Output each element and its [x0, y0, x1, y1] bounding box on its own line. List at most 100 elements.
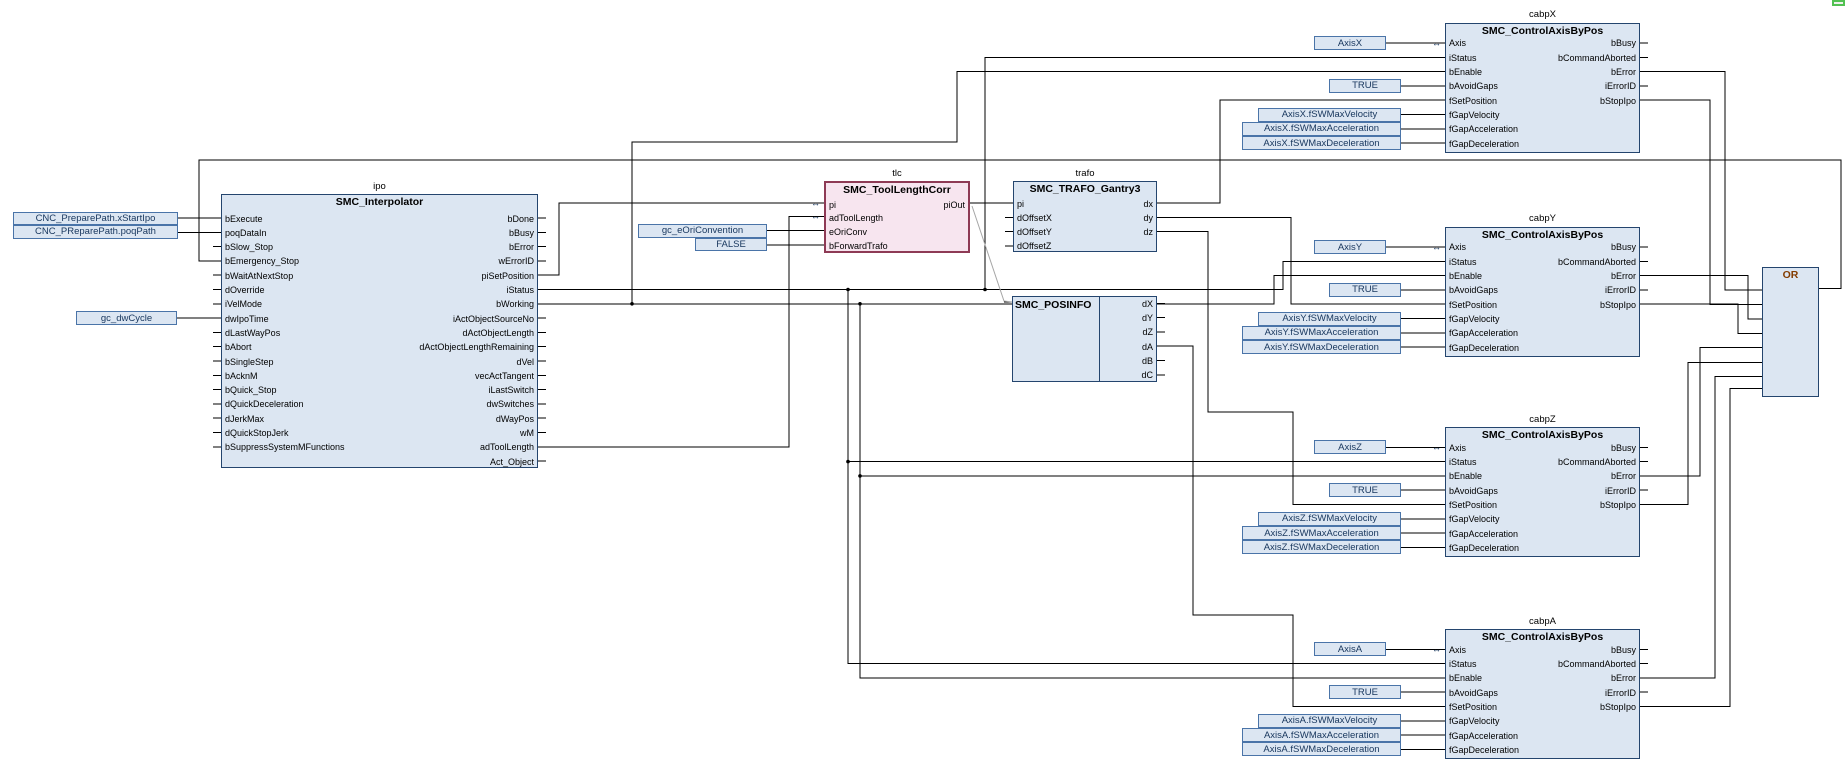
- pin-cabpz-benable[interactable]: bEnable: [1449, 471, 1482, 482]
- pin-cabpa-fgapvelocity[interactable]: fGapVelocity: [1449, 716, 1500, 727]
- pin-cabpz-istatus[interactable]: iStatus: [1449, 457, 1477, 468]
- pin-cabpy-bcommandaborted[interactable]: bCommandAborted: [1558, 257, 1636, 268]
- pin-ipo-backnm[interactable]: bAcknM: [225, 371, 258, 382]
- pin-ipo-dlastwaypos[interactable]: dLastWayPos: [225, 328, 280, 339]
- pin-ipo-bsuppresssystemmfunctions[interactable]: bSuppressSystemMFunctions: [225, 442, 345, 453]
- pin-ipo-bslow-stop[interactable]: bSlow_Stop: [225, 242, 273, 253]
- literal-true-11[interactable]: TRUE: [1329, 283, 1401, 297]
- pin-cabpy-fsetposition[interactable]: fSetPosition: [1449, 300, 1497, 311]
- pin-cabpa-bbusy[interactable]: bBusy: [1611, 645, 1636, 656]
- pin-cabpa-fgapacceleration[interactable]: fGapAcceleration: [1449, 731, 1518, 742]
- fb-tlc-instance-name[interactable]: tlc: [824, 168, 970, 179]
- pin-ipo-bexecute[interactable]: bExecute: [225, 214, 263, 225]
- pin-trafo-doffsetx[interactable]: dOffsetX: [1017, 213, 1052, 224]
- pin-cabpz-berror[interactable]: bError: [1611, 471, 1636, 482]
- pin-ipo-bdone[interactable]: bDone: [507, 214, 534, 225]
- pin-ipo-dactobjectlengthremaining[interactable]: dActObjectLengthRemaining: [419, 342, 534, 353]
- pin-cabpx-axis[interactable]: Axis: [1449, 38, 1466, 49]
- pin-cabpz-fsetposition[interactable]: fSetPosition: [1449, 500, 1497, 511]
- pin-ipo-bbusy[interactable]: bBusy: [509, 228, 534, 239]
- pin-tlc-adtoollength[interactable]: adToolLength: [829, 213, 883, 224]
- pin-posinfo-da[interactable]: dA: [1142, 342, 1153, 353]
- fb-cabpa[interactable]: SMC_ControlAxisByPosAxisiStatusbEnablebA…: [1445, 629, 1640, 759]
- pin-cabpx-ierrorid[interactable]: iErrorID: [1605, 81, 1636, 92]
- pin-posinfo-dz[interactable]: dZ: [1142, 327, 1153, 338]
- literal-axisy-fswmaxdeceleration-14[interactable]: AxisY.fSWMaxDeceleration: [1242, 340, 1401, 354]
- fb-ipo[interactable]: SMC_InterpolatorbExecutepoqDataInbSlow_S…: [221, 194, 538, 468]
- pin-tlc-pi[interactable]: pi: [829, 200, 836, 211]
- pin-ipo-vecacttangent[interactable]: vecActTangent: [475, 371, 534, 382]
- literal-axisz-15[interactable]: AxisZ: [1314, 440, 1386, 454]
- fb-trafo-instance-name[interactable]: trafo: [1013, 168, 1157, 179]
- literal-axisx-5[interactable]: AxisX: [1314, 36, 1386, 50]
- pin-cabpz-bstopipo[interactable]: bStopIpo: [1600, 500, 1636, 511]
- pin-cabpx-berror[interactable]: bError: [1611, 67, 1636, 78]
- pin-cabpa-fgapdeceleration[interactable]: fGapDeceleration: [1449, 745, 1519, 756]
- pin-cabpy-bavoidgaps[interactable]: bAvoidGaps: [1449, 285, 1498, 296]
- pin-cabpz-fgapdeceleration[interactable]: fGapDeceleration: [1449, 543, 1519, 554]
- pin-ipo-bworking[interactable]: bWorking: [496, 299, 534, 310]
- pin-cabpx-bcommandaborted[interactable]: bCommandAborted: [1558, 53, 1636, 64]
- literal-axisa-fswmaxdeceleration-24[interactable]: AxisA.fSWMaxDeceleration: [1242, 742, 1401, 756]
- pin-cabpa-bcommandaborted[interactable]: bCommandAborted: [1558, 659, 1636, 670]
- pin-cabpy-istatus[interactable]: iStatus: [1449, 257, 1477, 268]
- pin-cabpy-fgapacceleration[interactable]: fGapAcceleration: [1449, 328, 1518, 339]
- pin-cabpa-bstopipo[interactable]: bStopIpo: [1600, 702, 1636, 713]
- pin-cabpx-fgapacceleration[interactable]: fGapAcceleration: [1449, 124, 1518, 135]
- fb-or[interactable]: OR: [1762, 267, 1819, 397]
- fb-cabpy[interactable]: SMC_ControlAxisByPosAxisiStatusbEnablebA…: [1445, 227, 1640, 357]
- literal-axisy-fswmaxvelocity-12[interactable]: AxisY.fSWMaxVelocity: [1258, 312, 1401, 326]
- fb-cabpz-instance-name[interactable]: cabpZ: [1445, 414, 1640, 425]
- pin-ipo-bwaitatnextstop[interactable]: bWaitAtNextStop: [225, 271, 293, 282]
- pin-ipo-ilastswitch[interactable]: iLastSwitch: [488, 385, 534, 396]
- pin-posinfo-dy[interactable]: dY: [1142, 313, 1153, 324]
- pin-cabpy-benable[interactable]: bEnable: [1449, 271, 1482, 282]
- pin-cabpy-bbusy[interactable]: bBusy: [1611, 242, 1636, 253]
- pin-trafo-doffsetz[interactable]: dOffsetZ: [1017, 241, 1051, 252]
- fb-ipo-instance-name[interactable]: ipo: [221, 181, 538, 192]
- pin-cabpy-bstopipo[interactable]: bStopIpo: [1600, 300, 1636, 311]
- pin-tlc-eoriconv[interactable]: eOriConv: [829, 227, 867, 238]
- pin-ipo-djerkmax[interactable]: dJerkMax: [225, 414, 264, 425]
- literal-axisy-fswmaxacceleration-13[interactable]: AxisY.fSWMaxAcceleration: [1242, 326, 1401, 340]
- pin-ipo-pisetposition[interactable]: piSetPosition: [481, 271, 534, 282]
- pin-trafo-dz[interactable]: dz: [1143, 227, 1153, 238]
- pin-ipo-iactobjectsourceno[interactable]: iActObjectSourceNo: [453, 314, 534, 325]
- fb-cabpa-instance-name[interactable]: cabpA: [1445, 616, 1640, 627]
- pin-trafo-dx[interactable]: dx: [1143, 199, 1153, 210]
- literal-true-16[interactable]: TRUE: [1329, 483, 1401, 497]
- pin-cabpz-ierrorid[interactable]: iErrorID: [1605, 486, 1636, 497]
- fb-cabpx-instance-name[interactable]: cabpX: [1445, 9, 1640, 20]
- pin-cabpz-axis[interactable]: Axis: [1449, 443, 1466, 454]
- fb-cabpy-instance-name[interactable]: cabpY: [1445, 213, 1640, 224]
- pin-cabpz-bavoidgaps[interactable]: bAvoidGaps: [1449, 486, 1498, 497]
- literal-axisa-fswmaxacceleration-23[interactable]: AxisA.fSWMaxAcceleration: [1242, 728, 1401, 742]
- pin-cabpx-bbusy[interactable]: bBusy: [1611, 38, 1636, 49]
- fb-cabpz[interactable]: SMC_ControlAxisByPosAxisiStatusbEnablebA…: [1445, 427, 1640, 557]
- literal-axisa-fswmaxvelocity-22[interactable]: AxisA.fSWMaxVelocity: [1258, 714, 1401, 728]
- pin-ipo-bsinglestep[interactable]: bSingleStep: [225, 357, 274, 368]
- pin-ipo-babort[interactable]: bAbort: [225, 342, 252, 353]
- pin-tlc-bforwardtrafo[interactable]: bForwardTrafo: [829, 241, 888, 252]
- literal-gc-dwcycle-2[interactable]: gc_dwCycle: [76, 311, 177, 325]
- fb-cabpx[interactable]: SMC_ControlAxisByPosAxisiStatusbEnablebA…: [1445, 23, 1640, 153]
- literal-axisz-fswmaxacceleration-18[interactable]: AxisZ.fSWMaxAcceleration: [1242, 526, 1401, 540]
- pin-cabpy-ierrorid[interactable]: iErrorID: [1605, 285, 1636, 296]
- pin-cabpy-fgapdeceleration[interactable]: fGapDeceleration: [1449, 343, 1519, 354]
- pin-cabpa-istatus[interactable]: iStatus: [1449, 659, 1477, 670]
- pin-ipo-bquick-stop[interactable]: bQuick_Stop: [225, 385, 277, 396]
- literal-true-21[interactable]: TRUE: [1329, 685, 1401, 699]
- literal-true-6[interactable]: TRUE: [1329, 79, 1401, 93]
- pin-cabpa-ierrorid[interactable]: iErrorID: [1605, 688, 1636, 699]
- pin-ipo-dwaypos[interactable]: dWayPos: [496, 414, 534, 425]
- pin-ipo-werrorid[interactable]: wErrorID: [499, 256, 535, 267]
- pin-cabpx-fgapvelocity[interactable]: fGapVelocity: [1449, 110, 1500, 121]
- fb-trafo[interactable]: SMC_TRAFO_Gantry3pidOffsetXdOffsetYdOffs…: [1013, 181, 1157, 252]
- pin-trafo-dy[interactable]: dy: [1143, 213, 1153, 224]
- pin-cabpz-bcommandaborted[interactable]: bCommandAborted: [1558, 457, 1636, 468]
- pin-ipo-dwswitches[interactable]: dwSwitches: [486, 399, 534, 410]
- pin-trafo-pi[interactable]: pi: [1017, 199, 1024, 210]
- literal-axisx-fswmaxdeceleration-9[interactable]: AxisX.fSWMaxDeceleration: [1242, 136, 1401, 150]
- pin-cabpx-istatus[interactable]: iStatus: [1449, 53, 1477, 64]
- pin-ipo-berror[interactable]: bError: [509, 242, 534, 253]
